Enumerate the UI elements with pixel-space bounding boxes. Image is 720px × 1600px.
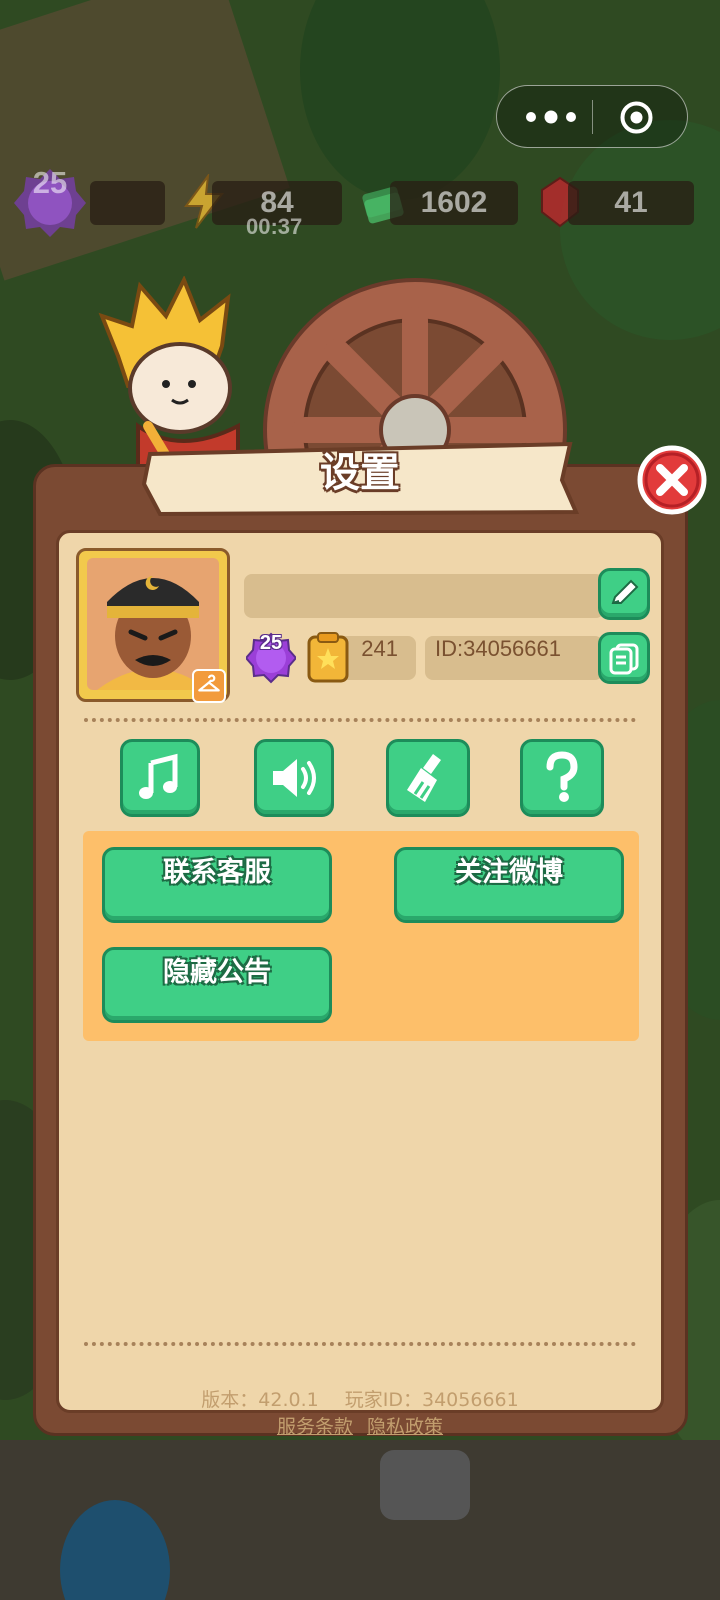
footer-divider [84, 1342, 636, 1346]
player-level: 25 [259, 632, 283, 654]
clear-cache-button[interactable] [386, 739, 470, 817]
question-mark-icon [546, 751, 578, 802]
miniprogram-capsule [496, 85, 688, 148]
speaker-icon [273, 759, 316, 797]
more-dots-icon[interactable] [523, 108, 579, 126]
privacy-link[interactable]: 隐私政策 [367, 1416, 443, 1438]
capsule-divider [592, 100, 593, 134]
clipboard-star-icon [307, 632, 349, 683]
music-toggle-button[interactable] [120, 739, 200, 817]
hud-player-level: 25 [32, 165, 68, 200]
hud-cash[interactable]: 1602 [390, 181, 518, 225]
help-button[interactable] [520, 739, 604, 817]
hanger-icon[interactable] [192, 669, 226, 703]
hide-announcement-button[interactable]: 隐藏公告 [102, 947, 332, 1023]
footer-links: 服务条款 隐私政策 [0, 1412, 720, 1439]
hud-gems[interactable]: 41 [568, 181, 694, 225]
music-note-icon [139, 753, 178, 799]
pencil-icon [611, 579, 639, 604]
terms-link[interactable]: 服务条款 [277, 1416, 353, 1438]
player-id-field: ID:34056661 [425, 636, 603, 680]
footer-info: 版本：42.0.1 玩家ID：34056661 [0, 1385, 720, 1412]
broom-icon [407, 754, 441, 802]
player-id-text: 玩家ID：34056661 [344, 1389, 519, 1411]
close-button[interactable] [636, 444, 708, 516]
player-name-field [244, 574, 604, 618]
edit-name-button[interactable] [598, 568, 650, 620]
divider [84, 718, 636, 722]
dialog-title: 设置 [320, 450, 400, 496]
version-text: 版本：42.0.1 [201, 1389, 319, 1411]
hud-energy-timer: 00:37 [246, 214, 303, 239]
target-circle-icon[interactable] [619, 100, 654, 135]
hud-xp-bar [90, 181, 165, 225]
copy-id-button[interactable] [598, 632, 650, 684]
contact-support-button[interactable]: 联系客服 [102, 847, 332, 923]
copy-icon [609, 643, 639, 675]
follow-weibo-button[interactable]: 关注微博 [394, 847, 624, 923]
sound-toggle-button[interactable] [254, 739, 334, 817]
